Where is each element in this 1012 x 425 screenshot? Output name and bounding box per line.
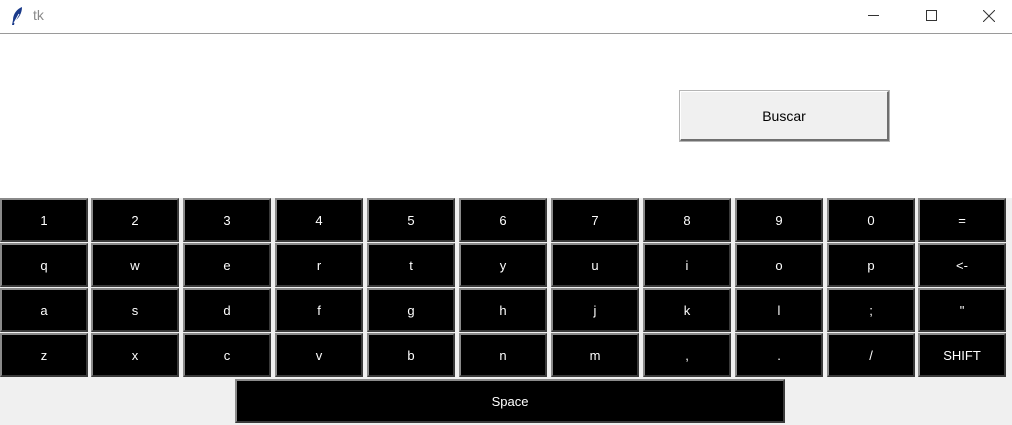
key[interactable]: l (735, 288, 823, 332)
key[interactable]: k (643, 288, 731, 332)
key[interactable]: o (735, 243, 823, 287)
key[interactable]: 4 (275, 198, 363, 242)
feather-icon (10, 6, 24, 26)
key[interactable]: 0 (827, 198, 915, 242)
key[interactable]: s (91, 288, 179, 332)
key[interactable]: , (643, 333, 731, 377)
key[interactable]: q (0, 243, 88, 287)
key[interactable]: 1 (0, 198, 88, 242)
key[interactable]: ; (827, 288, 915, 332)
key[interactable]: e (183, 243, 271, 287)
close-icon (983, 10, 995, 22)
key[interactable]: . (735, 333, 823, 377)
key[interactable]: = (918, 198, 1006, 242)
key[interactable]: 5 (367, 198, 455, 242)
buscar-button[interactable]: Buscar (679, 90, 890, 142)
key[interactable]: n (459, 333, 547, 377)
maximize-icon (926, 10, 937, 21)
space-key[interactable]: Space (235, 379, 785, 423)
key[interactable]: 6 (459, 198, 547, 242)
key[interactable]: f (275, 288, 363, 332)
key[interactable]: 7 (551, 198, 639, 242)
key[interactable]: x (91, 333, 179, 377)
minimize-button[interactable] (851, 0, 897, 32)
key[interactable]: p (827, 243, 915, 287)
key[interactable]: u (551, 243, 639, 287)
key[interactable]: 3 (183, 198, 271, 242)
key[interactable]: b (367, 333, 455, 377)
key[interactable]: " (918, 288, 1006, 332)
title-bar: tk (0, 0, 1012, 34)
key[interactable]: / (827, 333, 915, 377)
key[interactable]: t (367, 243, 455, 287)
key[interactable]: r (275, 243, 363, 287)
key[interactable]: v (275, 333, 363, 377)
entry-area: Buscar (0, 34, 1012, 198)
key[interactable]: g (367, 288, 455, 332)
minimize-icon (868, 15, 879, 16)
key[interactable]: SHIFT (918, 333, 1006, 377)
key[interactable]: d (183, 288, 271, 332)
key[interactable]: 9 (735, 198, 823, 242)
key[interactable]: y (459, 243, 547, 287)
key[interactable]: z (0, 333, 88, 377)
window-title: tk (33, 7, 44, 23)
key[interactable]: m (551, 333, 639, 377)
key[interactable]: w (91, 243, 179, 287)
key[interactable]: h (459, 288, 547, 332)
key[interactable]: c (183, 333, 271, 377)
key[interactable]: a (0, 288, 88, 332)
maximize-button[interactable] (909, 0, 955, 32)
key[interactable]: 8 (643, 198, 731, 242)
key[interactable]: j (551, 288, 639, 332)
key[interactable]: 2 (91, 198, 179, 242)
key[interactable]: <- (918, 243, 1006, 287)
on-screen-keyboard: 1 2 3 4 5 6 7 8 9 0 = q w e r t y u i o p <- a s d f g h j k l; " z x c v b n… (0, 198, 1012, 425)
key[interactable]: i (643, 243, 731, 287)
close-button[interactable] (966, 0, 1012, 32)
